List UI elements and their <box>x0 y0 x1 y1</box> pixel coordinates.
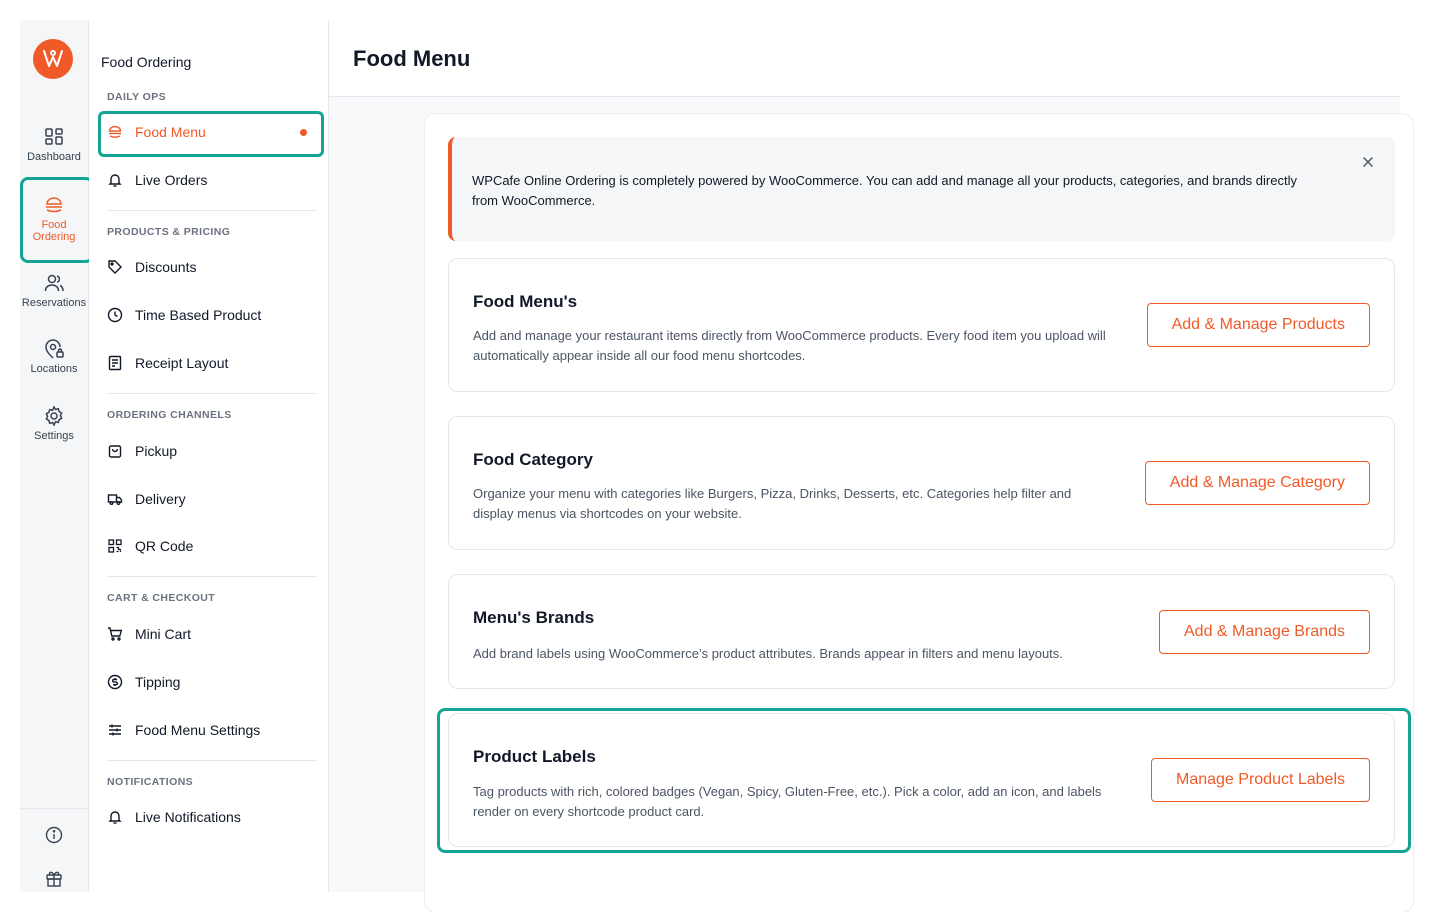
rail-item-locations[interactable]: Locations <box>20 338 88 375</box>
section-label-daily-ops: DAILY OPS <box>107 91 167 103</box>
nav-item-label: Mini Cart <box>135 626 192 642</box>
gear-icon <box>45 405 63 427</box>
page-title: Food Menu <box>353 46 471 71</box>
nav-item-label: Receipt Layout <box>135 355 229 371</box>
nav-divider <box>107 760 317 761</box>
cart-icon <box>108 627 123 641</box>
rail-item-label: Locations <box>30 363 78 375</box>
selection-highlight <box>98 111 324 157</box>
dashboard-icon <box>45 128 63 145</box>
app-logo-icon[interactable] <box>33 39 73 79</box>
rail-divider <box>20 808 88 809</box>
nav-item-label: Live Orders <box>135 172 208 188</box>
bag-icon <box>108 445 122 458</box>
nav-item-pickup[interactable]: Pickup <box>107 436 317 466</box>
location-pin-icon <box>45 339 64 359</box>
truck-icon <box>107 494 123 505</box>
nav-item-label: Discounts <box>135 259 197 275</box>
icon-rail: Dashboard Food Ordering Reservations Loc… <box>20 20 94 892</box>
tag-icon <box>108 260 122 274</box>
info-notice: WPCafe Online Ordering is completely pow… <box>448 137 1395 241</box>
card-title: Food Menu's <box>473 292 578 311</box>
page-header: Food Menu <box>329 20 1400 97</box>
nav-item-qr-code[interactable]: QR Code <box>107 531 317 561</box>
sub-sidebar: Food Ordering DAILY OPS Food Menu Live O… <box>89 20 329 892</box>
nav-item-receipt-layout[interactable]: Receipt Layout <box>107 348 317 378</box>
section-label-ordering-channels: ORDERING CHANNELS <box>107 409 232 421</box>
card-food-category: Food Category Organize your menu with ca… <box>448 416 1395 550</box>
rail-item-label: Settings <box>34 430 74 442</box>
nav-item-live-notifications[interactable]: Live Notifications <box>107 802 317 832</box>
notice-text: WPCafe Online Ordering is completely pow… <box>472 173 1297 208</box>
add-manage-products-button[interactable]: Add & Manage Products <box>1146 303 1370 347</box>
rail-item-label: Reservations <box>21 297 87 309</box>
rail-item-label: Dashboard <box>27 151 81 163</box>
card-title: Menu's Brands <box>473 608 595 627</box>
qr-code-icon <box>108 539 122 553</box>
section-label-products-pricing: PRODUCTS & PRICING <box>107 226 231 238</box>
dollar-circle-icon <box>107 674 123 690</box>
selection-highlight <box>437 708 1411 853</box>
section-label-cart-checkout: CART & CHECKOUT <box>107 592 216 604</box>
nav-item-mini-cart[interactable]: Mini Cart <box>107 619 317 649</box>
card-menus-brands: Menu's Brands Add brand labels using Woo… <box>448 574 1395 689</box>
nav-item-label: Tipping <box>135 674 181 690</box>
nav-item-label: Food Menu Settings <box>135 722 261 738</box>
subnav-title: Food Ordering <box>101 54 192 70</box>
gift-icon <box>46 871 62 887</box>
info-button[interactable] <box>20 826 88 844</box>
nav-divider <box>107 576 317 577</box>
users-icon <box>44 274 64 292</box>
nav-item-label: Live Notifications <box>135 809 241 825</box>
rail-item-reservations[interactable]: Reservations <box>20 272 88 309</box>
receipt-icon <box>108 355 122 371</box>
card-title: Food Category <box>473 450 593 469</box>
nav-item-delivery[interactable]: Delivery <box>107 484 317 514</box>
add-manage-category-button[interactable]: Add & Manage Category <box>1144 461 1370 505</box>
card-description: Add brand labels using WooCommerce’s pro… <box>473 646 1063 661</box>
add-manage-brands-button[interactable]: Add & Manage Brands <box>1159 610 1370 654</box>
bell-icon <box>108 811 122 824</box>
nav-item-live-orders[interactable]: Live Orders <box>107 165 317 195</box>
nav-item-time-based-product[interactable]: Time Based Product <box>107 300 317 330</box>
section-label-notifications: NOTIFICATIONS <box>107 776 194 788</box>
nav-divider <box>107 393 317 394</box>
nav-item-food-menu-settings[interactable]: Food Menu Settings <box>107 715 317 745</box>
nav-divider <box>107 210 317 211</box>
nav-item-label: Delivery <box>135 491 186 507</box>
sliders-icon <box>109 724 121 736</box>
card-food-menus: Food Menu's Add and manage your restaura… <box>448 258 1395 392</box>
rail-item-settings[interactable]: Settings <box>20 405 88 442</box>
nav-item-label: Pickup <box>135 443 178 459</box>
card-description: Organize your menu with categories like … <box>473 486 1072 521</box>
bell-icon <box>108 174 122 187</box>
clock-icon <box>107 307 123 323</box>
close-icon[interactable] <box>1359 153 1377 171</box>
nav-item-tipping[interactable]: Tipping <box>107 667 317 697</box>
card-description: Add and manage your restaurant items dir… <box>473 328 1106 363</box>
nav-item-label: Time Based Product <box>135 307 262 323</box>
nav-item-discounts[interactable]: Discounts <box>107 252 317 282</box>
rail-item-dashboard[interactable]: Dashboard <box>20 126 88 163</box>
gift-button[interactable] <box>20 869 88 887</box>
info-icon <box>45 826 63 844</box>
nav-item-label: QR Code <box>135 538 194 554</box>
selection-highlight <box>20 177 94 263</box>
